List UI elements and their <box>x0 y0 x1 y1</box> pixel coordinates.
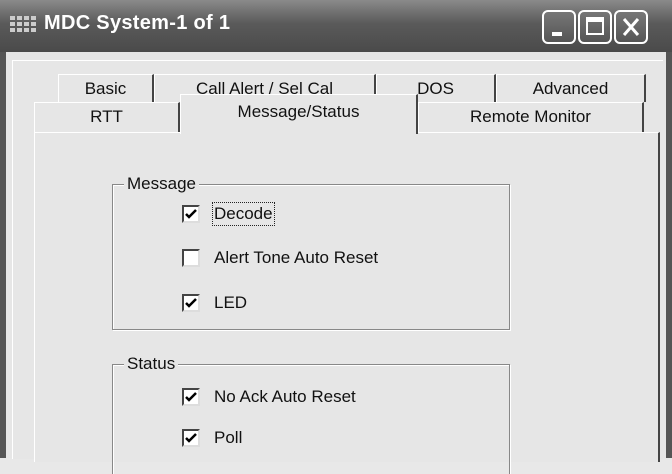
tab-label: RTT <box>90 107 123 126</box>
decode-label: Decode <box>212 202 275 226</box>
status-group-title: Status <box>124 354 179 374</box>
message-group-title: Message <box>124 174 199 194</box>
no-ack-auto-reset-option[interactable]: No Ack Auto Reset <box>182 386 356 408</box>
maximize-button[interactable] <box>578 10 612 44</box>
tab-advanced[interactable]: Advanced <box>496 74 646 102</box>
alert-tone-auto-reset-checkbox[interactable] <box>182 249 200 267</box>
maximize-icon <box>586 17 604 35</box>
tab-label: Advanced <box>532 79 609 98</box>
alert-tone-auto-reset-label: Alert Tone Auto Reset <box>214 248 379 267</box>
tab-label: Message/Status <box>237 102 360 121</box>
app-grid-icon <box>10 16 36 36</box>
led-option[interactable]: LED <box>182 292 247 314</box>
alert-tone-auto-reset-option[interactable]: Alert Tone Auto Reset <box>182 247 378 269</box>
tab-label: Basic <box>84 79 127 98</box>
tab-rtt[interactable]: RTT <box>34 102 180 132</box>
minimize-icon <box>552 32 562 36</box>
decode-option[interactable]: Decode <box>182 202 275 226</box>
no-ack-auto-reset-label: No Ack Auto Reset <box>214 387 356 406</box>
poll-checkbox[interactable] <box>182 429 200 447</box>
title-bar[interactable]: MDC System-1 of 1 <box>0 0 672 53</box>
led-checkbox[interactable] <box>182 294 200 312</box>
tab-remote-monitor[interactable]: Remote Monitor <box>418 102 644 132</box>
led-label: LED <box>214 293 248 312</box>
minimize-button[interactable] <box>542 10 576 44</box>
window-title: MDC System-1 of 1 <box>44 12 231 34</box>
poll-option[interactable]: Poll <box>182 427 242 449</box>
checkmark-icon <box>185 433 197 443</box>
tab-label: Remote Monitor <box>470 107 591 126</box>
no-ack-auto-reset-checkbox[interactable] <box>182 388 200 406</box>
poll-label: Poll <box>214 428 243 447</box>
tab-basic[interactable]: Basic <box>58 74 154 102</box>
close-icon <box>622 18 640 36</box>
close-button[interactable] <box>614 10 648 44</box>
checkmark-icon <box>185 209 197 219</box>
tab-message-status[interactable]: Message/Status <box>180 94 418 134</box>
decode-checkbox[interactable] <box>182 205 200 223</box>
checkmark-icon <box>185 298 197 308</box>
checkmark-icon <box>185 392 197 402</box>
